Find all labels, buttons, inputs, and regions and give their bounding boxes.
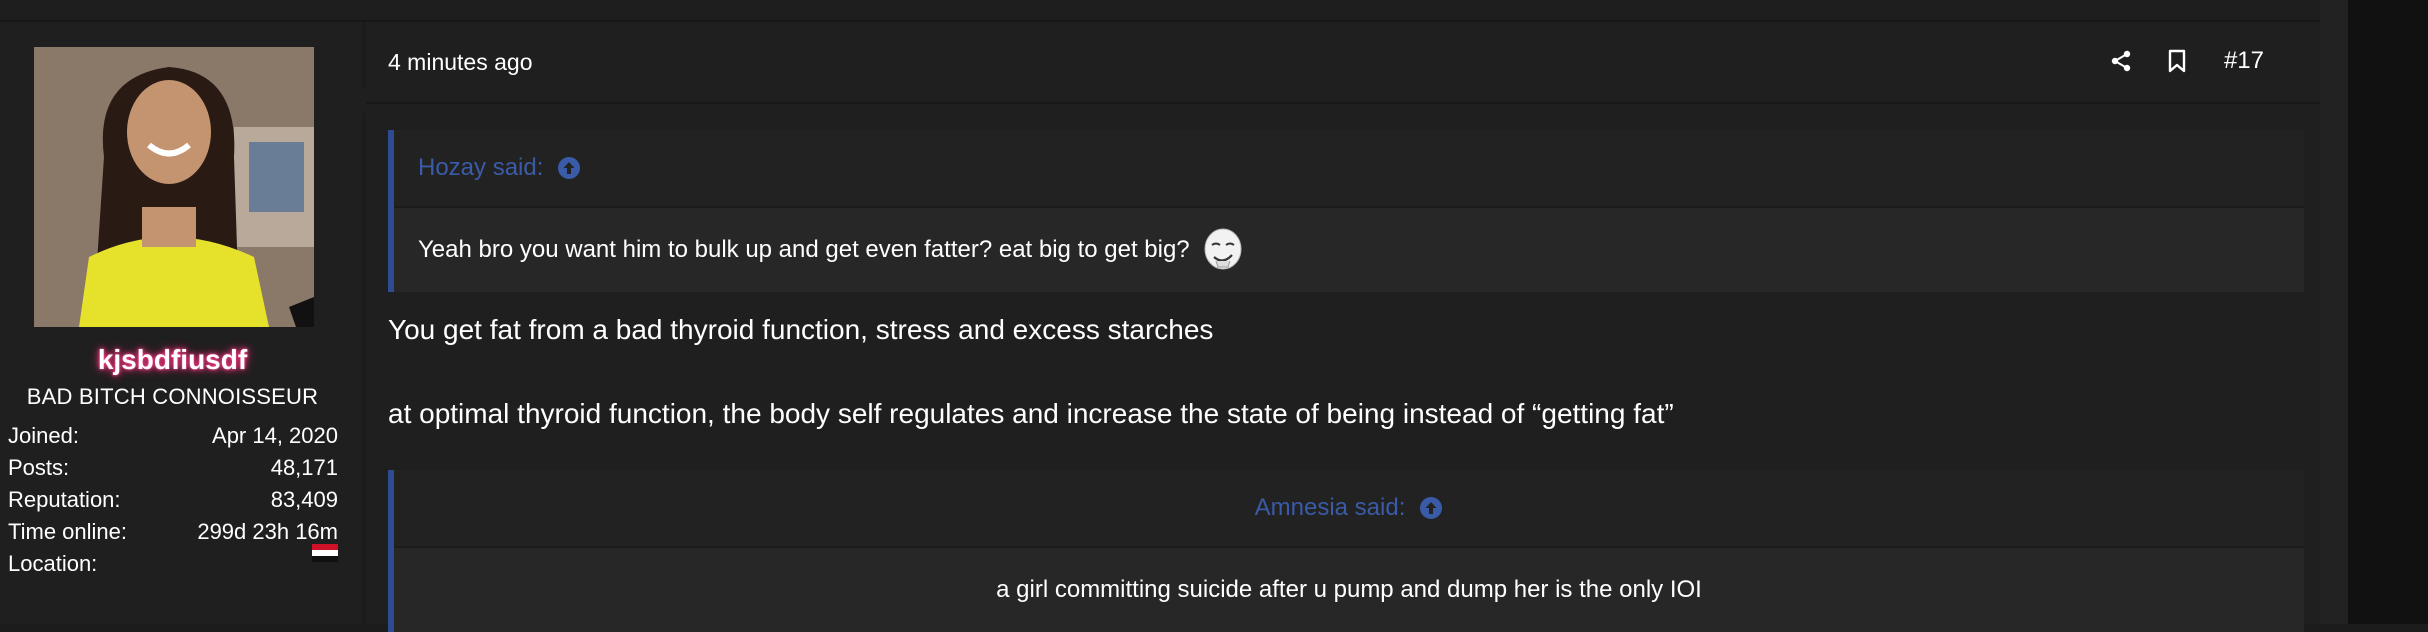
stat-row-reputation: Reputation: 83,409 (8, 484, 338, 516)
post: 4 minutes ago #17 Hozay said: Yeah bro y… (354, 22, 2320, 632)
quote-block: Amnesia said: a girl committing suicide … (388, 470, 2304, 632)
message-line: at optimal thyroid function, the body se… (388, 398, 1674, 429)
stat-value: 48,171 (270, 455, 338, 480)
quote-body: a girl committing suicide after u pump a… (394, 548, 2304, 632)
quote-author[interactable]: Amnesia said: (1255, 494, 1406, 522)
post-header: 4 minutes ago #17 (366, 22, 2320, 104)
post-timestamp[interactable]: 4 minutes ago (388, 49, 532, 76)
stat-row-time-online: Time online: 299d 23h 16m (8, 516, 338, 548)
iraq-flag-icon (312, 544, 338, 562)
post-number-link[interactable]: #17 (2224, 47, 2264, 75)
quote-text: a girl committing suicide after u pump a… (996, 576, 1702, 603)
user-stats: Joined: Apr 14, 2020 Posts: 48,171 Reput… (8, 420, 338, 580)
post-actions: #17 (2106, 46, 2264, 76)
username[interactable]: kjsbdfiusdf (0, 344, 345, 376)
user-title: BAD BITCH CONNOISSEUR (26, 384, 319, 409)
user-sidebar: kjsbdfiusdf BAD BITCH CONNOISSEUR Joined… (0, 22, 362, 624)
quote-body: Yeah bro you want him to bulk up and get… (394, 208, 2304, 292)
quote-header: Hozay said: (394, 130, 2304, 208)
stat-row-location: Location: (8, 544, 338, 580)
stat-label: Location: (8, 551, 98, 576)
stat-label: Time online: (8, 519, 128, 544)
quote-author[interactable]: Hozay said: (418, 154, 543, 182)
stat-row-joined: Joined: Apr 14, 2020 (8, 420, 338, 452)
message-line: You get fat from a bad thyroid function,… (388, 314, 1214, 345)
stat-label: Joined: (8, 423, 79, 448)
stat-row-posts: Posts: 48,171 (8, 452, 338, 484)
quote-header: Amnesia said: (394, 470, 2304, 548)
top-divider (0, 0, 2320, 22)
avatar[interactable] (34, 47, 314, 327)
arrow-up-circle-icon[interactable] (557, 156, 581, 180)
quote-block: Hozay said: Yeah bro you want him to bul… (388, 130, 2304, 292)
post-pointer-arrow (354, 87, 366, 115)
right-gutter (2320, 0, 2348, 624)
stat-value: Apr 14, 2020 (212, 423, 338, 448)
stat-label: Reputation: (8, 487, 121, 512)
quote-text: Yeah bro you want him to bulk up and get… (418, 236, 1190, 263)
arrow-up-circle-icon[interactable] (1419, 496, 1443, 520)
stat-value: 83,409 (270, 487, 338, 512)
share-icon[interactable] (2106, 46, 2136, 76)
stat-label: Posts: (8, 455, 70, 480)
smug-face-emoji (1202, 227, 1244, 273)
page-edge (2348, 0, 2428, 624)
bookmark-icon[interactable] (2162, 46, 2192, 76)
